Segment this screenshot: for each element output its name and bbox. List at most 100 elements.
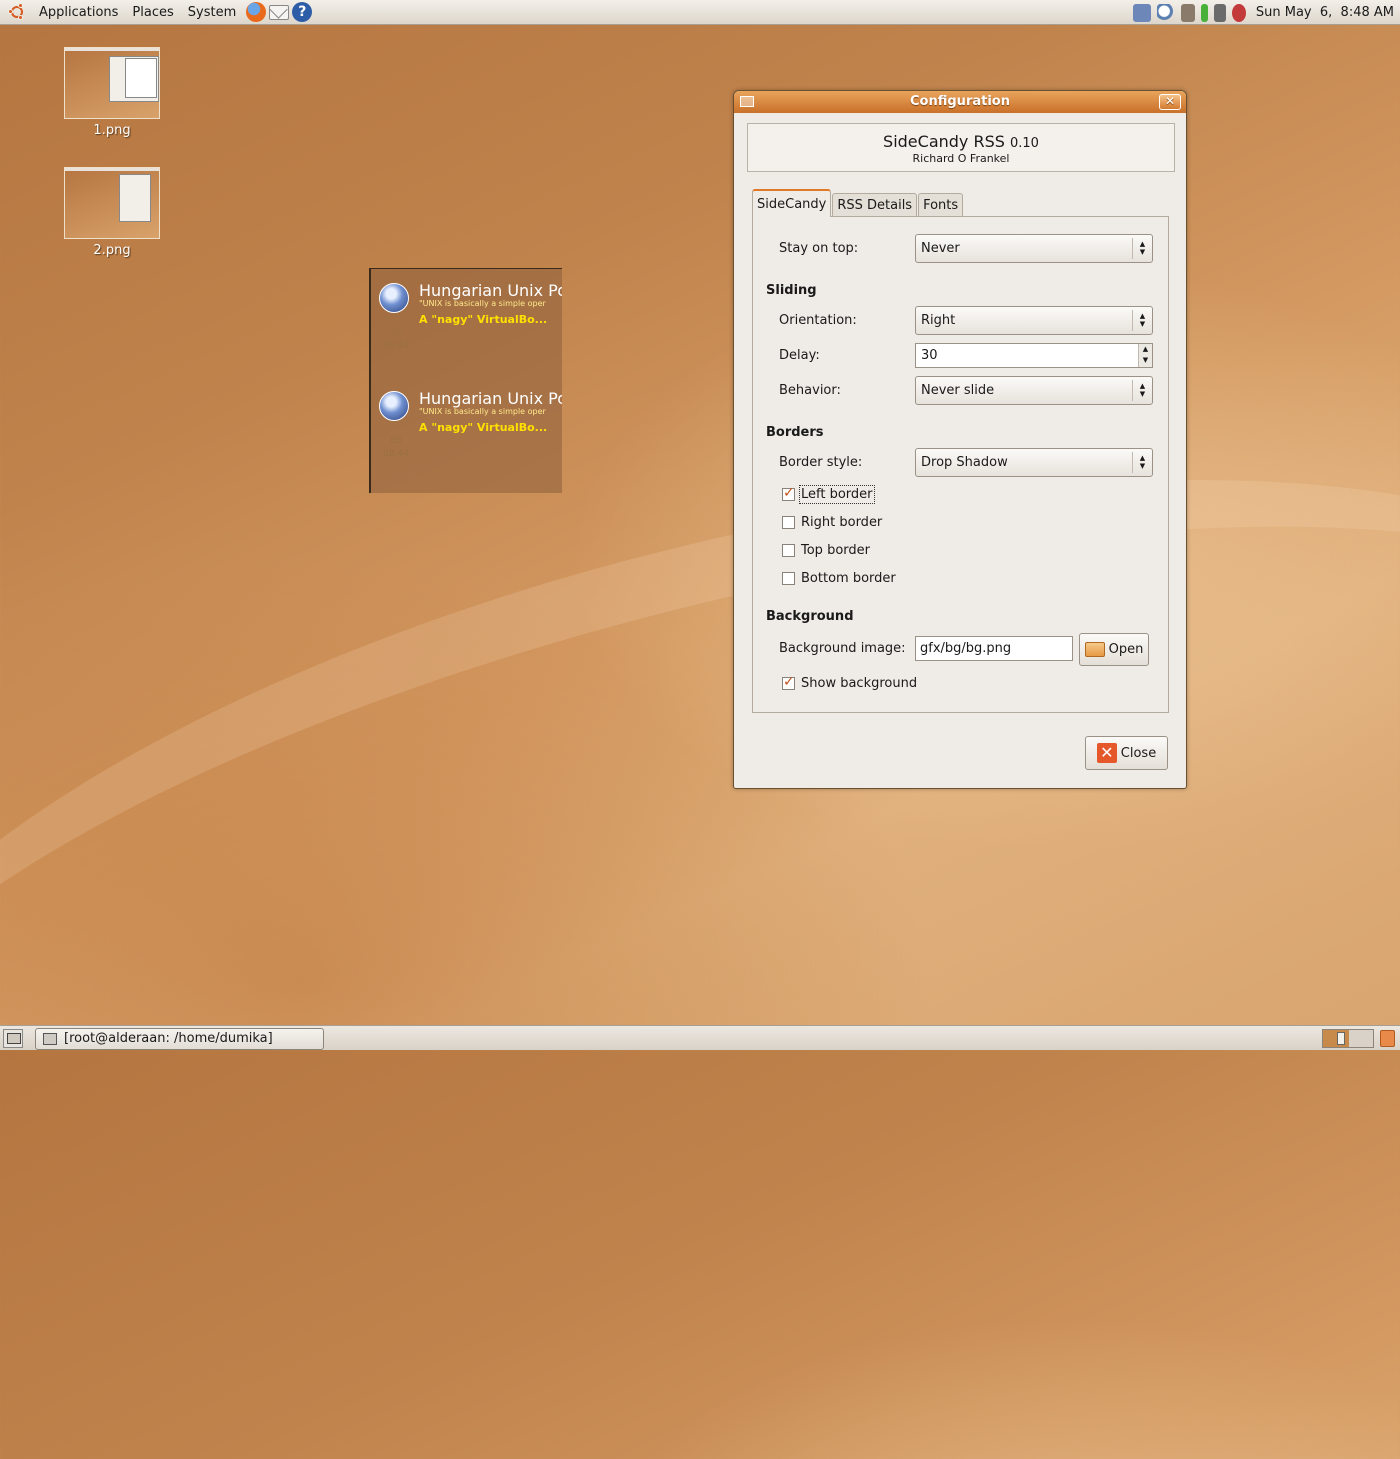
desktop-icon-label: 1.png [93, 123, 131, 138]
globe-icon [379, 283, 409, 313]
delay-label: Delay: [779, 348, 820, 363]
delay-spinbutton[interactable]: 30 ▲ ▼ [915, 343, 1153, 368]
window-close-button[interactable]: ✕ [1159, 94, 1181, 110]
top-border-label: Top border [801, 543, 870, 558]
checkbox-box[interactable] [782, 485, 795, 501]
sidecandy-widget[interactable]: Hungarian Unix Po "UNIX is basically a s… [369, 268, 562, 493]
tab-pane-sidecandy: Stay on top: Never ▲ ▼ Sliding Orientatio… [752, 216, 1169, 713]
volume-muted-icon[interactable] [1231, 3, 1246, 22]
feed-time: 08:42 [383, 341, 409, 351]
delay-value: 30 [921, 348, 938, 363]
stay-on-top-select[interactable]: Never ▲ ▼ [915, 234, 1153, 263]
checkbox-box[interactable] [782, 572, 795, 585]
globe-icon [379, 391, 409, 421]
feed-title: Hungarian Unix Po [419, 281, 562, 300]
combo-arrows-icon: ▲ ▼ [1132, 310, 1152, 331]
left-border-checkbox[interactable]: Left border [782, 485, 875, 504]
app-author: Richard O Frankel [912, 152, 1010, 165]
titlebar[interactable]: Configuration ✕ [734, 91, 1186, 113]
feed-subtitle: "UNIX is basically a simple oper [419, 299, 546, 308]
border-style-select[interactable]: Drop Shadow ▲ ▼ [915, 448, 1153, 477]
workspace-window-preview [1337, 1032, 1345, 1045]
open-button-label: Open [1108, 642, 1144, 657]
taskbar-button-label: [root@alderaan: /home/dumika] [64, 1031, 273, 1046]
taskbar-button-terminal[interactable]: [root@alderaan: /home/dumika] [35, 1028, 324, 1050]
terminal-icon [43, 1033, 57, 1045]
feed-meta: Ell 08:42 [383, 327, 409, 353]
tab-sidecandy[interactable]: SideCandy [752, 189, 832, 217]
menu-system[interactable]: System [181, 0, 243, 25]
bottom-border-label: Bottom border [801, 571, 896, 586]
feed-item-link[interactable]: A "nagy" VirtualBo... [419, 421, 547, 434]
workspace-switcher[interactable] [1322, 1029, 1374, 1048]
clock[interactable]: Sun May 6, 8:48 AM [1256, 5, 1394, 20]
orientation-label: Orientation: [779, 313, 857, 328]
firefox-icon[interactable] [246, 2, 267, 22]
applet-icon[interactable] [1132, 3, 1151, 22]
show-desktop-icon[interactable] [3, 1029, 23, 1048]
stay-on-top-value: Never [921, 241, 960, 256]
image-thumbnail [64, 167, 160, 239]
combo-arrows-icon: ▲ ▼ [1132, 380, 1152, 401]
combo-arrows-icon: ▲ ▼ [1132, 238, 1152, 259]
trash-icon[interactable] [1380, 1030, 1395, 1047]
background-image-label: Background image: [779, 641, 906, 656]
right-border-checkbox[interactable]: Right border [782, 515, 882, 530]
open-button[interactable]: Open [1079, 633, 1149, 666]
close-button[interactable]: ✕ Close [1085, 736, 1168, 770]
sliding-heading: Sliding [766, 283, 817, 298]
window-menu-icon[interactable] [740, 96, 754, 107]
close-button-label: Close [1120, 745, 1157, 761]
tab-rss-details[interactable]: RSS Details [832, 193, 918, 217]
tab-bar: SideCandy RSS Details Fonts [752, 189, 964, 217]
orientation-value: Right [921, 313, 956, 328]
feed-title: Hungarian Unix Po [419, 389, 562, 408]
menu-places[interactable]: Places [125, 0, 180, 25]
bottom-border-checkbox[interactable]: Bottom border [782, 571, 896, 586]
spin-arrows-icon[interactable]: ▲ ▼ [1138, 344, 1152, 367]
menu-applications[interactable]: Applications [32, 0, 125, 25]
search-icon[interactable] [1156, 3, 1175, 22]
help-icon[interactable]: ? [292, 2, 313, 22]
left-border-label: Left border [799, 485, 875, 504]
combo-arrows-icon: ▲ ▼ [1132, 452, 1152, 473]
checkbox-box[interactable] [782, 674, 795, 690]
image-thumbnail [64, 47, 160, 119]
about-box: SideCandy RSS 0.10 Richard O Frankel [747, 123, 1175, 172]
top-panel: Applications Places System ? Sun May 6, … [0, 0, 1400, 25]
configuration-dialog: Configuration ✕ SideCandy RSS 0.10 Richa… [733, 90, 1187, 789]
folder-open-icon [1084, 642, 1105, 657]
checkbox-box[interactable] [782, 516, 795, 529]
network-icon[interactable] [1180, 3, 1195, 22]
ubuntu-logo-icon[interactable] [8, 3, 26, 21]
stay-on-top-label: Stay on top: [779, 241, 859, 256]
bottom-panel: [root@alderaan: /home/dumika] [0, 1025, 1400, 1050]
background-image-input[interactable]: gfx/bg/bg.png [915, 636, 1073, 661]
top-border-checkbox[interactable]: Top border [782, 543, 870, 558]
feed-meta: Ell 08:44 [383, 435, 409, 461]
feed-time: 08:44 [383, 449, 409, 459]
border-style-value: Drop Shadow [921, 455, 1008, 470]
battery-icon[interactable] [1200, 3, 1208, 22]
tab-fonts[interactable]: Fonts [918, 193, 964, 217]
feed-subtitle: "UNIX is basically a simple oper [419, 407, 546, 416]
desktop-icon-2-png[interactable]: 2.png [62, 167, 162, 258]
orientation-select[interactable]: Right ▲ ▼ [915, 306, 1153, 335]
checkbox-box[interactable] [782, 544, 795, 557]
show-background-checkbox[interactable]: Show background [782, 674, 917, 691]
behavior-select[interactable]: Never slide ▲ ▼ [915, 376, 1153, 405]
borders-heading: Borders [766, 425, 824, 440]
mail-icon[interactable] [269, 4, 290, 20]
power-plug-icon[interactable] [1213, 3, 1226, 22]
app-name-line: SideCandy RSS 0.10 [748, 132, 1174, 151]
workspace-current[interactable] [1323, 1030, 1349, 1047]
wallpaper-swoosh [0, 320, 1400, 1459]
feed-item-link[interactable]: A "nagy" VirtualBo... [419, 313, 547, 326]
system-tray: Sun May 6, 8:48 AM [1132, 0, 1394, 25]
border-style-label: Border style: [779, 455, 863, 470]
desktop-icon-label: 2.png [93, 243, 131, 258]
close-x-icon: ✕ [1096, 743, 1117, 763]
dialog-title: Configuration [910, 94, 1010, 109]
desktop-icon-1-png[interactable]: 1.png [62, 47, 162, 138]
feed-meta-label: Ell [390, 328, 402, 338]
